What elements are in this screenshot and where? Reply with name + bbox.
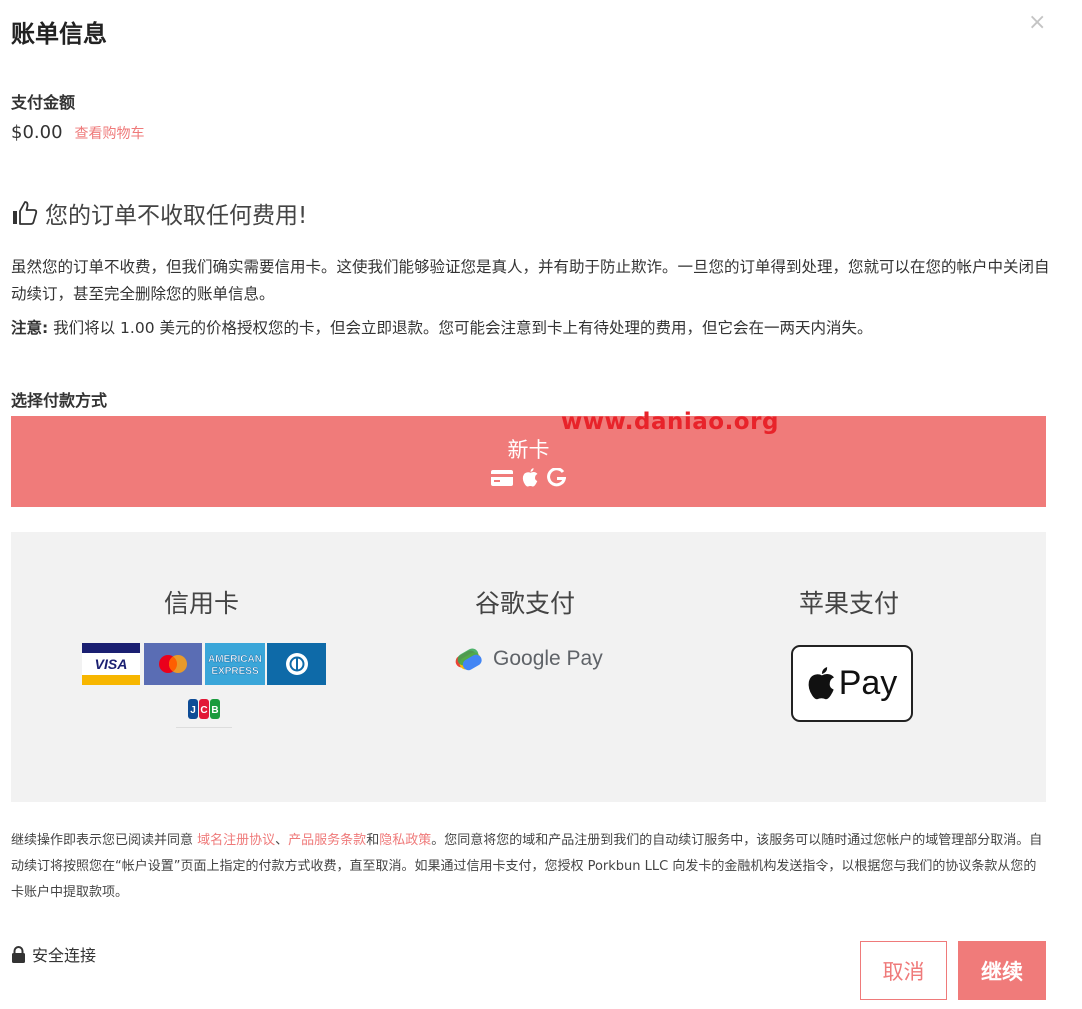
note-label: 注意: [11,319,49,337]
apple-pay-logo: Pay [791,645,913,722]
free-order-heading: 您的订单不收取任何费用! [11,196,307,230]
cancel-button[interactable]: 取消 [860,941,947,1000]
lock-icon [12,945,25,963]
payment-amount-row: $0.00 查看购物车 [11,122,145,143]
thumbs-up-icon [13,201,38,225]
free-order-paragraph: 虽然您的订单不收费，但我们确实需要信用卡。这使我们能够验证您是真人，并有助于防止… [11,258,1050,303]
payment-method-label: 选择付款方式 [11,391,108,410]
jcb-logo: J C B [176,690,232,728]
credit-card-icon [491,469,513,486]
payment-options-panel: 信用卡 VISA AMERICAN EXPRESS J C B 谷歌支付 Goo… [11,532,1046,802]
new-card-icons [11,468,1046,487]
note-text: 我们将以 1.00 美元的价格授权您的卡，但会立即退款。您可能会注意到卡上有待处… [48,319,873,337]
apple-icon [522,468,538,487]
domain-registration-agreement-link[interactable]: 域名注册协议 [197,833,275,848]
apple-pay-text: Pay [838,664,898,702]
svg-text:EXPRESS: EXPRESS [211,666,259,677]
google-pay-text: Google Pay [493,647,603,670]
credit-card-option-title[interactable]: 信用卡 [164,584,239,620]
google-pay-option-title[interactable]: 谷歌支付 [475,584,575,620]
legal-text-2: 、 [275,833,289,848]
secure-connection: 安全连接 [11,942,96,966]
mastercard-logo [144,643,202,685]
svg-text:B: B [211,705,218,716]
diners-club-logo [267,643,326,685]
apple-logo-icon [808,667,834,700]
google-icon [547,468,566,487]
new-card-label: 新卡 [507,438,550,462]
legal-notice: 继续操作即表示您已阅读并同意 域名注册协议、产品服务条款和隐私政策。您同意将您的… [11,828,1046,906]
google-pay-icon [455,648,482,671]
product-terms-link[interactable]: 产品服务条款 [288,833,366,848]
legal-text-1: 继续操作即表示您已阅读并同意 [11,833,198,848]
new-card-option[interactable]: 新卡 [11,416,1046,507]
view-cart-link[interactable]: 查看购物车 [75,123,145,143]
svg-text:VISA: VISA [95,656,128,672]
continue-button[interactable]: 继续 [958,941,1046,1000]
watermark: www.daniao.org [561,409,779,435]
page-title: 账单信息 [11,20,107,48]
close-icon[interactable]: × [1028,12,1046,34]
payment-amount-label: 支付金额 [11,93,76,112]
secure-connection-label: 安全连接 [32,946,97,965]
svg-text:AMERICAN: AMERICAN [208,654,262,665]
svg-text:J: J [190,705,196,716]
apple-pay-option-title[interactable]: 苹果支付 [799,584,899,620]
svg-text:C: C [200,705,207,716]
amex-logo: AMERICAN EXPRESS [205,643,265,685]
visa-logo: VISA [82,643,140,685]
authorization-note: 注意: 我们将以 1.00 美元的价格授权您的卡，但会立即退款。您可能会注意到卡… [11,315,1051,342]
privacy-policy-link[interactable]: 隐私政策 [379,833,431,848]
payment-amount-value: $0.00 [11,122,63,143]
legal-text-3: 和 [366,833,380,848]
google-pay-logo: Google Pay [453,646,603,672]
free-order-heading-text: 您的订单不收取任何费用! [45,203,308,229]
